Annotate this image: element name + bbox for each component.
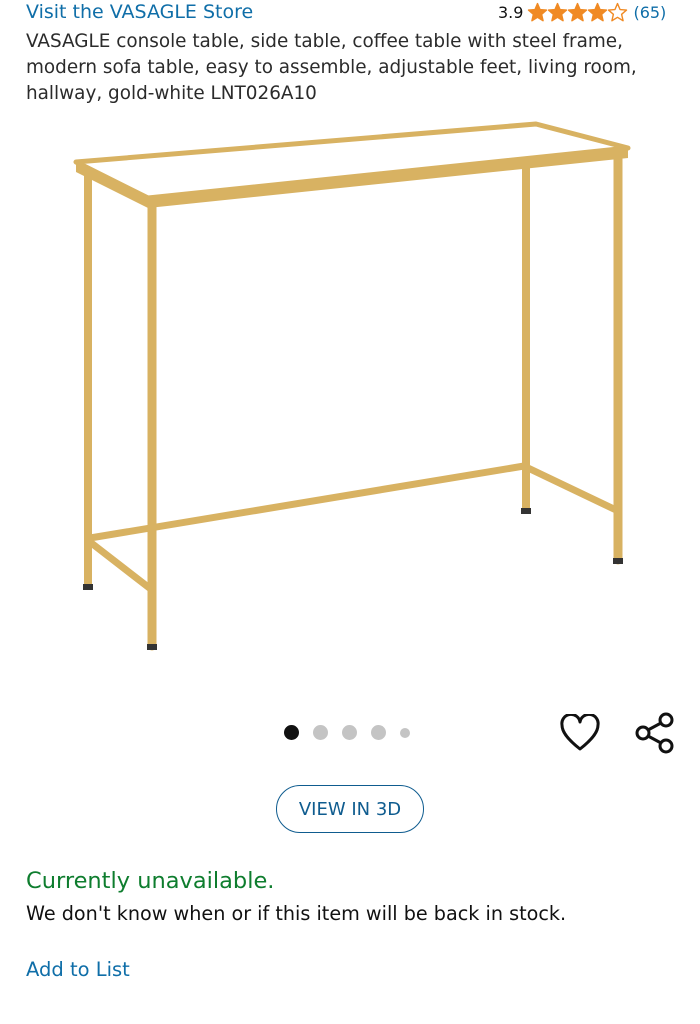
- console-table-image: [73, 121, 631, 651]
- carousel-dot[interactable]: [371, 725, 386, 740]
- stock-note: We don't know when or if this item will …: [26, 902, 567, 925]
- star-icon: [548, 2, 568, 22]
- star-icon: [568, 2, 588, 22]
- share-icon[interactable]: [634, 712, 676, 754]
- star-icon: [588, 2, 608, 22]
- product-image[interactable]: [60, 118, 640, 668]
- star-icon: [608, 2, 628, 22]
- carousel-dot[interactable]: [313, 725, 328, 740]
- star-icon: [528, 2, 548, 22]
- rating[interactable]: 3.9 (65): [498, 2, 666, 23]
- availability-status: Currently unavailable.: [26, 868, 275, 894]
- carousel-dot[interactable]: [284, 725, 299, 740]
- store-link[interactable]: Visit the VASAGLE Store: [26, 1, 253, 23]
- image-carousel-dots[interactable]: [284, 725, 424, 740]
- carousel-dot[interactable]: [400, 727, 410, 738]
- star-rating: [527, 2, 628, 23]
- product-title: VASAGLE console table, side table, coffe…: [26, 31, 637, 104]
- rating-count-link[interactable]: (65): [633, 3, 666, 22]
- rating-value: 3.9: [498, 3, 524, 22]
- add-to-list-link[interactable]: Add to List: [26, 958, 130, 981]
- view-in-3d-button[interactable]: VIEW IN 3D: [276, 785, 424, 833]
- heart-icon[interactable]: [560, 714, 600, 752]
- carousel-dot[interactable]: [342, 725, 357, 740]
